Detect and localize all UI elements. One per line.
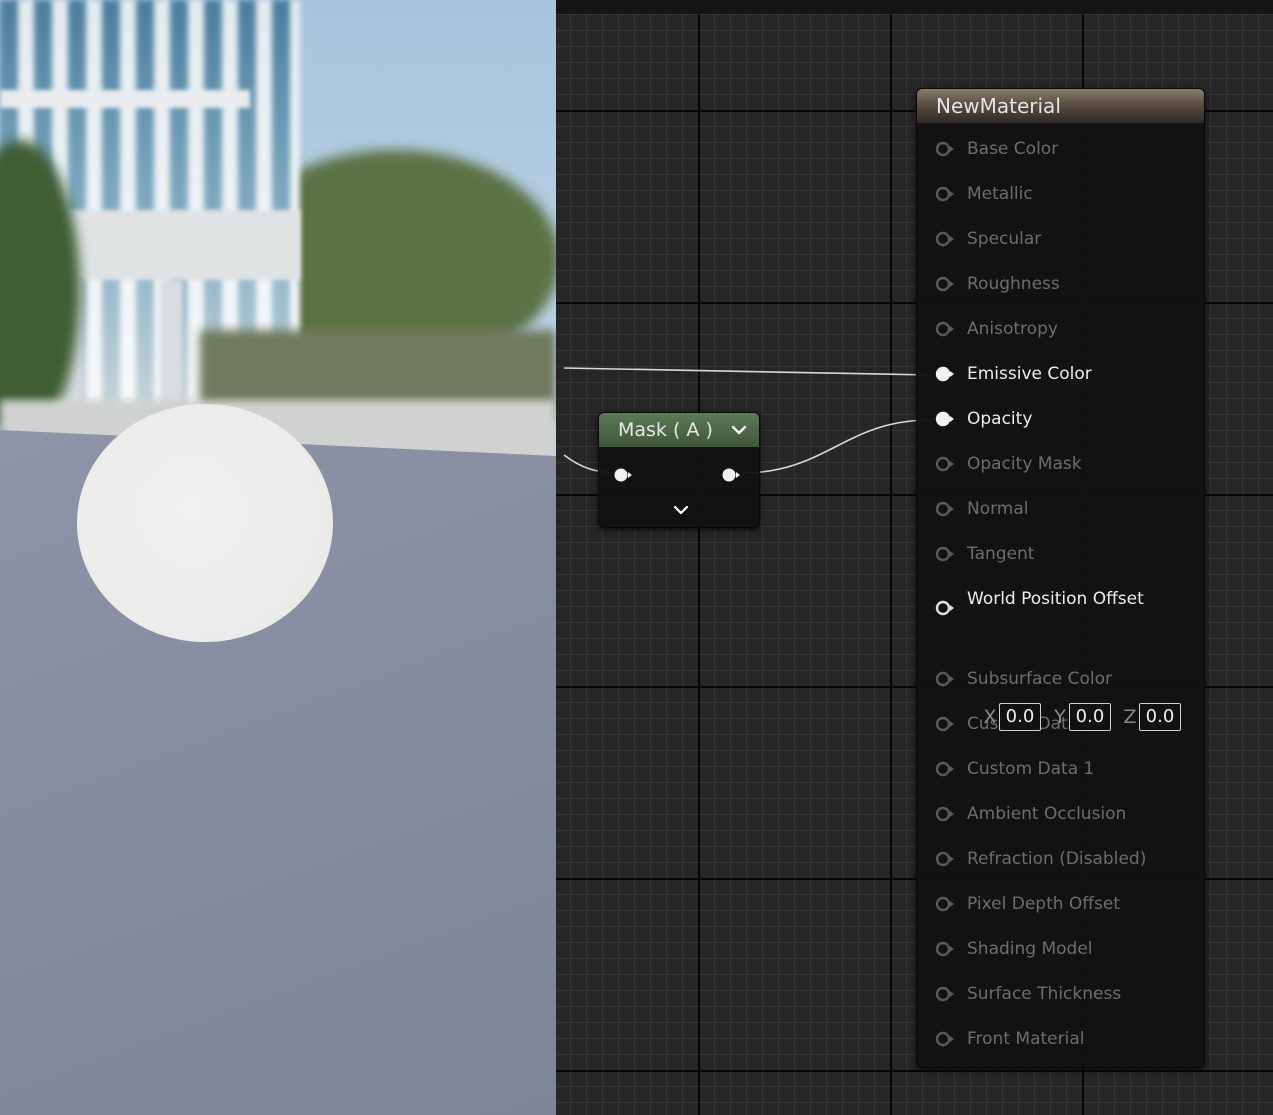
material-input-label: Specular <box>967 229 1042 249</box>
material-node-header[interactable]: NewMaterial <box>917 89 1204 123</box>
material-node-title: NewMaterial <box>936 94 1061 118</box>
hollow-circle-pin-icon[interactable] <box>935 501 955 517</box>
wpo-y-label: Y <box>1054 705 1066 728</box>
mask-node[interactable]: Mask ( A ) <box>598 412 760 528</box>
hollow-circle-pin-icon[interactable] <box>935 1031 955 1047</box>
preview-viewport[interactable] <box>0 0 556 1115</box>
wpo-vector-inputs: X 0.0 Y 0.0 Z 0.0 <box>981 703 1191 731</box>
chevron-down-icon[interactable] <box>729 420 749 440</box>
material-input-label: Normal <box>967 499 1029 519</box>
expand-chevron-icon[interactable] <box>673 504 689 518</box>
building-ledge <box>0 90 250 108</box>
mask-input-pin-icon[interactable] <box>613 467 633 483</box>
material-input-label: Tangent <box>967 544 1035 564</box>
material-input-label: Refraction (Disabled) <box>967 849 1147 869</box>
wpo-x-field[interactable]: 0.0 <box>999 703 1041 731</box>
preview-sphere <box>77 404 333 642</box>
material-input-label: Subsurface Color <box>967 669 1112 689</box>
material-result-node[interactable]: NewMaterial Base Color Metallic Specular Ro… <box>916 88 1205 1068</box>
hollow-circle-pin-icon[interactable] <box>935 600 955 616</box>
hollow-circle-pin-icon[interactable] <box>935 671 955 687</box>
hollow-circle-pin-icon[interactable] <box>935 276 955 292</box>
material-input-label: Metallic <box>967 184 1033 204</box>
material-input-label: Roughness <box>967 274 1060 294</box>
material-input-label: Ambient Occlusion <box>967 804 1127 824</box>
hollow-circle-pin-icon[interactable] <box>935 546 955 562</box>
hollow-circle-pin-icon[interactable] <box>935 941 955 957</box>
material-input-label: Emissive Color <box>967 364 1092 384</box>
wpo-z-field[interactable]: 0.0 <box>1139 703 1181 731</box>
mask-node-header[interactable]: Mask ( A ) <box>599 413 759 447</box>
hollow-circle-pin-icon[interactable] <box>935 141 955 157</box>
material-input-label: Custom Data 1 <box>967 759 1095 779</box>
mask-output-pin-icon[interactable] <box>721 467 741 483</box>
hollow-circle-pin-icon[interactable] <box>935 986 955 1002</box>
material-input-label: Shading Model <box>967 939 1093 959</box>
mask-node-title: Mask ( A ) <box>618 419 713 441</box>
wpo-x-label: X <box>983 705 997 728</box>
material-input-label: World Position Offset <box>967 589 1144 609</box>
hollow-circle-pin-icon[interactable] <box>935 896 955 912</box>
hollow-circle-pin-icon[interactable] <box>935 456 955 472</box>
hollow-circle-pin-icon[interactable] <box>935 761 955 777</box>
material-input-label: Opacity <box>967 409 1033 429</box>
material-input-label: Opacity Mask <box>967 454 1082 474</box>
material-input-label: Front Material <box>967 1029 1085 1049</box>
filled-circle-pin-icon[interactable] <box>935 411 955 427</box>
filled-circle-pin-icon[interactable] <box>935 366 955 382</box>
hollow-circle-pin-icon[interactable] <box>935 321 955 337</box>
hollow-circle-pin-icon[interactable] <box>935 806 955 822</box>
material-input-label: Pixel Depth Offset <box>967 894 1120 914</box>
hollow-circle-pin-icon[interactable] <box>935 186 955 202</box>
wpo-z-label: Z <box>1123 705 1137 728</box>
wire-opacity <box>741 419 931 474</box>
hollow-circle-pin-icon[interactable] <box>935 716 955 732</box>
material-input-label: Anisotropy <box>967 319 1058 339</box>
wpo-y-field[interactable]: 0.0 <box>1069 703 1111 731</box>
hollow-circle-pin-icon[interactable] <box>935 851 955 867</box>
material-input-label: Surface Thickness <box>967 984 1122 1004</box>
wire-emissive <box>563 367 931 376</box>
hollow-circle-pin-icon[interactable] <box>935 231 955 247</box>
material-input-label: Base Color <box>967 139 1059 159</box>
material-graph-canvas[interactable]: Mask ( A ) NewMaterial Base Color Metalli… <box>556 0 1273 1115</box>
